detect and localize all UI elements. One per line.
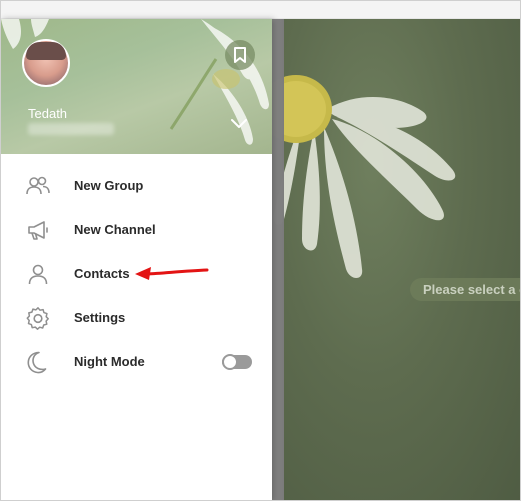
profile-name: Tedath [28,106,68,121]
select-chat-hint: Please select a c [410,278,520,301]
chevron-down-icon[interactable] [229,116,249,130]
menu-item-night-mode[interactable]: Night Mode [1,340,272,384]
app-window: Please select a c Tedath New Group New C… [0,0,521,501]
group-icon [26,176,50,195]
daisy-wallpaper [272,19,456,500]
sidebar-drawer: Tedath New Group New Channel Contacts Se… [1,19,272,500]
toggle-knob [222,354,238,370]
menu-item-label: Night Mode [74,354,145,369]
moon-icon [27,351,47,374]
chat-background [272,19,520,500]
profile-phone-blurred [28,123,114,135]
menu-item-new-group[interactable]: New Group [1,164,272,208]
bookmark-icon [234,47,246,63]
night-mode-toggle[interactable] [222,354,252,370]
sidebar-shadow [272,19,284,500]
menu-item-label: Settings [74,310,126,325]
menu-item-new-channel[interactable]: New Channel [1,208,272,252]
avatar[interactable] [22,39,70,87]
gear-icon [26,307,49,330]
user-icon [28,264,48,285]
megaphone-icon [28,221,48,240]
menu-item-settings[interactable]: Settings [1,296,272,340]
menu-item-label: Contacts [74,266,130,281]
annotation-arrow-icon [135,267,209,280]
profile-header: Tedath [1,19,272,154]
title-bar [1,1,520,19]
avatar-hair [26,42,66,60]
menu-item-label: New Channel [74,222,156,237]
saved-messages-button[interactable] [225,40,255,70]
menu-item-label: New Group [74,178,144,193]
